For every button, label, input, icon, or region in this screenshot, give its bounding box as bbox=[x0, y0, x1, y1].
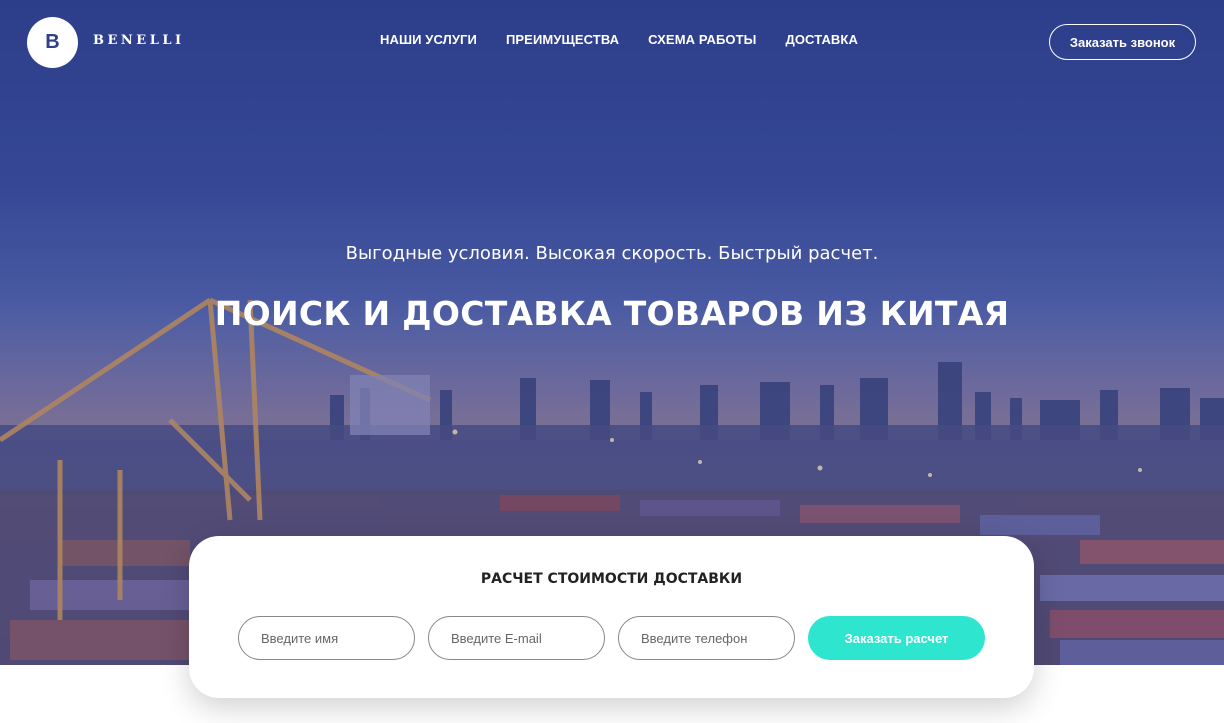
nav-link-workflow[interactable]: СХЕМА РАБОТЫ bbox=[648, 32, 756, 47]
nav-link-services[interactable]: НАШИ УСЛУГИ bbox=[380, 32, 477, 47]
phone-input[interactable] bbox=[618, 616, 795, 660]
email-input[interactable] bbox=[428, 616, 605, 660]
hero-subtitle: Выгодные условия. Высокая скорость. Быст… bbox=[345, 243, 879, 264]
brand-name[interactable]: BENELLI bbox=[93, 33, 185, 48]
nav-link-advantages[interactable]: ПРЕИМУЩЕСТВА bbox=[506, 32, 619, 47]
logo-badge[interactable]: B bbox=[27, 17, 78, 68]
delivery-calc-card: РАСЧЕТ СТОИМОСТИ ДОСТАВКИ Заказать расче… bbox=[189, 536, 1034, 698]
order-calc-button[interactable]: Заказать расчет bbox=[808, 616, 985, 660]
name-input[interactable] bbox=[238, 616, 415, 660]
calc-title: РАСЧЕТ СТОИМОСТИ ДОСТАВКИ bbox=[480, 571, 743, 587]
order-call-button[interactable]: Заказать звонок bbox=[1049, 24, 1196, 60]
main-nav: НАШИ УСЛУГИ ПРЕИМУЩЕСТВА СХЕМА РАБОТЫ ДО… bbox=[380, 32, 887, 47]
logo-letter: B bbox=[45, 31, 60, 53]
hero-title: ПОИСК И ДОСТАВКА ТОВАРОВ ИЗ КИТАЯ bbox=[214, 294, 1010, 333]
nav-link-delivery[interactable]: ДОСТАВКА bbox=[785, 32, 857, 47]
